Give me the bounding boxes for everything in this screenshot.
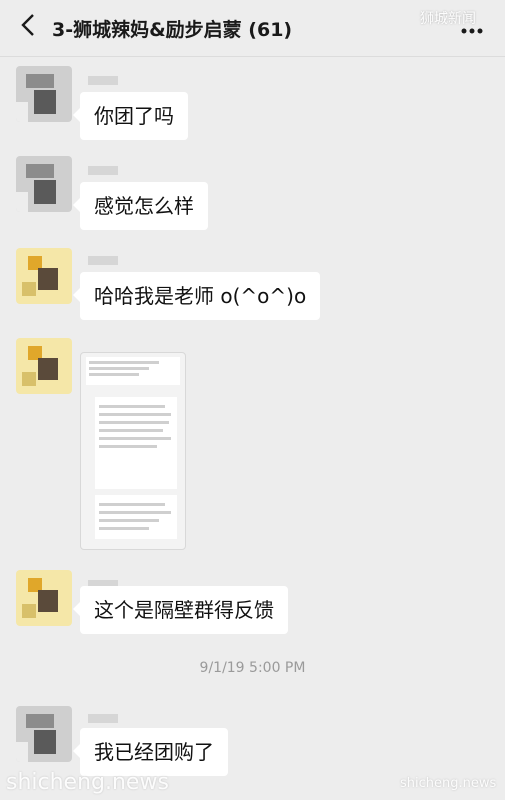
chat-title: 3-狮城辣妈&励步启蒙 (61): [52, 19, 293, 41]
message-bubble[interactable]: 感觉怎么样: [73, 182, 208, 230]
avatar[interactable]: [16, 338, 72, 394]
sender-name: [88, 714, 118, 723]
avatar[interactable]: [16, 706, 72, 762]
image-message[interactable]: [80, 352, 186, 550]
avatar[interactable]: [16, 570, 72, 626]
watermark-bottom-right: shicheng.news: [400, 776, 497, 791]
image-card: [95, 495, 177, 539]
sender-name: [88, 166, 118, 175]
avatar[interactable]: [16, 156, 72, 212]
timestamp: 9/1/19 5:00 PM: [199, 660, 306, 676]
chevron-left-icon: [21, 13, 35, 41]
back-button[interactable]: [14, 10, 42, 44]
sender-name: [88, 76, 118, 85]
chat-header: 3-狮城辣妈&励步启蒙 (61) 狮城新闻: [0, 0, 505, 57]
watermark-bottom-left: shicheng.news: [6, 770, 169, 795]
message-bubble[interactable]: 这个是隔壁群得反馈: [73, 586, 288, 634]
avatar[interactable]: [16, 248, 72, 304]
message-bubble[interactable]: 哈哈我是老师 o(^o^)o: [72, 272, 321, 320]
message-bubble[interactable]: 你团了吗: [73, 92, 188, 140]
sender-name: [88, 256, 118, 265]
image-card: [95, 397, 177, 489]
avatar[interactable]: [16, 66, 72, 122]
message-bubble[interactable]: 我已经团购了: [73, 728, 228, 776]
watermark-top: 狮城新闻: [420, 11, 476, 27]
